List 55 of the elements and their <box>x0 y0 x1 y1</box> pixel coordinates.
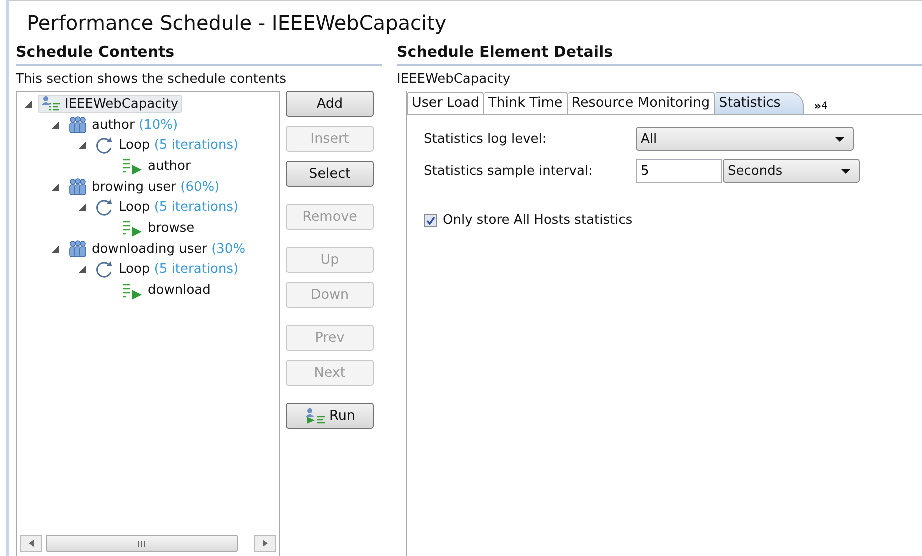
expand-toggle-icon[interactable] <box>25 100 32 108</box>
section-description: This section shows the schedule contents <box>16 71 288 89</box>
dropdown[interactable]: All <box>636 127 854 151</box>
more-tabs-button[interactable]: »4 <box>804 100 828 114</box>
test-icon <box>122 157 144 176</box>
left-arrow-icon <box>28 540 34 547</box>
tree-item[interactable]: IEEEWebCapacity <box>38 95 182 114</box>
test-icon <box>122 219 144 238</box>
expand-toggle-icon[interactable] <box>79 142 86 150</box>
tree-item[interactable]: downloading user (30% <box>65 239 249 260</box>
field-label: Statistics log level: <box>424 132 548 146</box>
tree-item[interactable]: Loop (5 iterations) <box>92 198 242 218</box>
grip-icon <box>138 540 146 546</box>
schedule-icon <box>41 96 61 112</box>
element-name: IEEEWebCapacity <box>397 71 512 89</box>
caret-icon <box>835 136 845 142</box>
tab[interactable]: Statistics <box>715 92 804 114</box>
user-group-icon <box>68 116 88 134</box>
user-group-icon <box>68 240 88 258</box>
field-label: Statistics sample interval: <box>424 164 594 178</box>
test-icon <box>122 282 144 300</box>
expand-toggle-icon[interactable] <box>79 266 86 274</box>
tree-item[interactable]: Loop (5 iterations) <box>92 260 242 280</box>
scroll-thumb[interactable] <box>46 535 238 552</box>
dropdown[interactable]: Seconds <box>723 159 860 183</box>
section-heading: Schedule Contents <box>16 43 382 66</box>
expand-toggle-icon[interactable] <box>79 204 86 212</box>
tree-item[interactable]: Loop (5 iterations) <box>92 136 242 156</box>
checkbox-label: Only store All Hosts statistics <box>443 213 633 228</box>
run-icon <box>304 408 327 424</box>
tab[interactable]: User Load <box>407 92 484 114</box>
tree-item[interactable]: author (10%) <box>65 115 182 136</box>
right-arrow-icon <box>262 540 268 547</box>
scroll-left-button[interactable] <box>20 535 42 552</box>
loop-icon <box>95 260 115 279</box>
caret-icon <box>841 168 851 174</box>
tree-item[interactable]: browing user (60%) <box>65 177 223 198</box>
tree-item[interactable]: browse <box>119 218 198 238</box>
tree-item[interactable]: download <box>119 280 214 301</box>
expand-toggle-icon[interactable] <box>52 184 59 191</box>
checkbox[interactable] <box>424 214 437 227</box>
scroll-right-button[interactable] <box>254 535 276 552</box>
loop-icon <box>95 198 115 217</box>
window-title: Performance Schedule - IEEEWebCapacity <box>26 10 448 37</box>
loop-icon <box>95 136 115 155</box>
input-field[interactable]: 5 <box>636 159 722 183</box>
user-group-icon <box>68 178 88 196</box>
expand-toggle-icon[interactable] <box>52 122 59 129</box>
action-button[interactable]: Select <box>286 161 374 187</box>
tree-item[interactable]: author <box>119 156 194 176</box>
tab[interactable]: Think Time <box>484 92 568 114</box>
section-heading: Schedule Element Details <box>397 43 922 66</box>
run-button[interactable]: Run <box>286 403 374 429</box>
action-button[interactable]: Add <box>286 91 374 117</box>
expand-toggle-icon[interactable] <box>52 246 59 253</box>
